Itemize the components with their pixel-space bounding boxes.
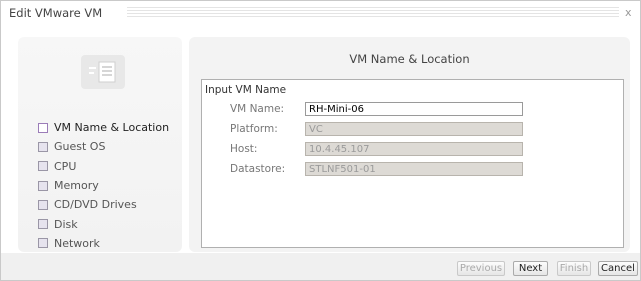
vm-name-row: VM Name: <box>202 102 623 118</box>
step-disk[interactable]: Disk <box>38 214 169 233</box>
step-label: Guest OS <box>54 140 106 154</box>
title-bar-grip[interactable] <box>127 7 619 18</box>
step-label: Disk <box>54 217 78 231</box>
datastore-row: Datastore: <box>202 162 623 178</box>
host-row: Host: <box>202 142 623 158</box>
datastore-label: Datastore: <box>230 163 286 175</box>
step-memory[interactable]: Memory <box>38 176 169 195</box>
platform-label: Platform: <box>230 123 278 135</box>
platform-row: Platform: <box>202 122 623 138</box>
step-cd-dvd-drives[interactable]: CD/DVD Drives <box>38 195 169 214</box>
step-box-icon <box>38 199 48 210</box>
next-button[interactable]: Next <box>513 261 548 276</box>
vm-name-input[interactable] <box>305 102 523 116</box>
step-cpu[interactable]: CPU <box>38 157 169 176</box>
dialog-title: Edit VMware VM <box>9 6 103 20</box>
step-vm-name-location[interactable]: VM Name & Location <box>38 118 169 137</box>
step-box-icon <box>38 161 48 172</box>
step-label: Memory <box>54 179 99 193</box>
cancel-button[interactable]: Cancel <box>598 261 638 276</box>
group-title: Input VM Name <box>205 84 287 96</box>
title-bar: Edit VMware VM x <box>1 1 640 25</box>
button-bar: Previous Next Finish Cancel <box>1 253 640 280</box>
step-box-icon <box>38 180 48 191</box>
datastore-field <box>305 162 523 176</box>
step-box-icon <box>38 238 48 249</box>
close-icon[interactable]: x <box>625 6 637 20</box>
step-label: CD/DVD Drives <box>54 198 137 212</box>
host-label: Host: <box>230 143 258 155</box>
input-vm-name-group: Input VM Name VM Name: Platform: Host: D… <box>201 79 624 248</box>
host-field <box>305 142 523 156</box>
vm-name-label: VM Name: <box>230 103 285 115</box>
previous-button[interactable]: Previous <box>457 261 505 276</box>
content-panel: VM Name & Location Input VM Name VM Name… <box>189 37 630 252</box>
wizard-document-icon <box>81 55 125 89</box>
page-title: VM Name & Location <box>349 52 470 66</box>
step-label: VM Name & Location <box>54 121 170 135</box>
step-box-icon <box>38 219 48 230</box>
step-label: CPU <box>54 159 77 173</box>
step-box-icon <box>38 122 48 133</box>
step-box-icon <box>38 141 48 152</box>
step-label: Network <box>54 236 100 250</box>
step-network[interactable]: Network <box>38 234 169 253</box>
step-guest-os[interactable]: Guest OS <box>38 137 169 156</box>
edit-vm-dialog: Edit VMware VM x VM Name & Location Gues… <box>0 0 641 281</box>
finish-button[interactable]: Finish <box>557 261 591 276</box>
wizard-sidebar: VM Name & Location Guest OS CPU Memory C… <box>18 37 182 252</box>
wizard-steps: VM Name & Location Guest OS CPU Memory C… <box>38 118 169 253</box>
platform-field <box>305 122 523 136</box>
